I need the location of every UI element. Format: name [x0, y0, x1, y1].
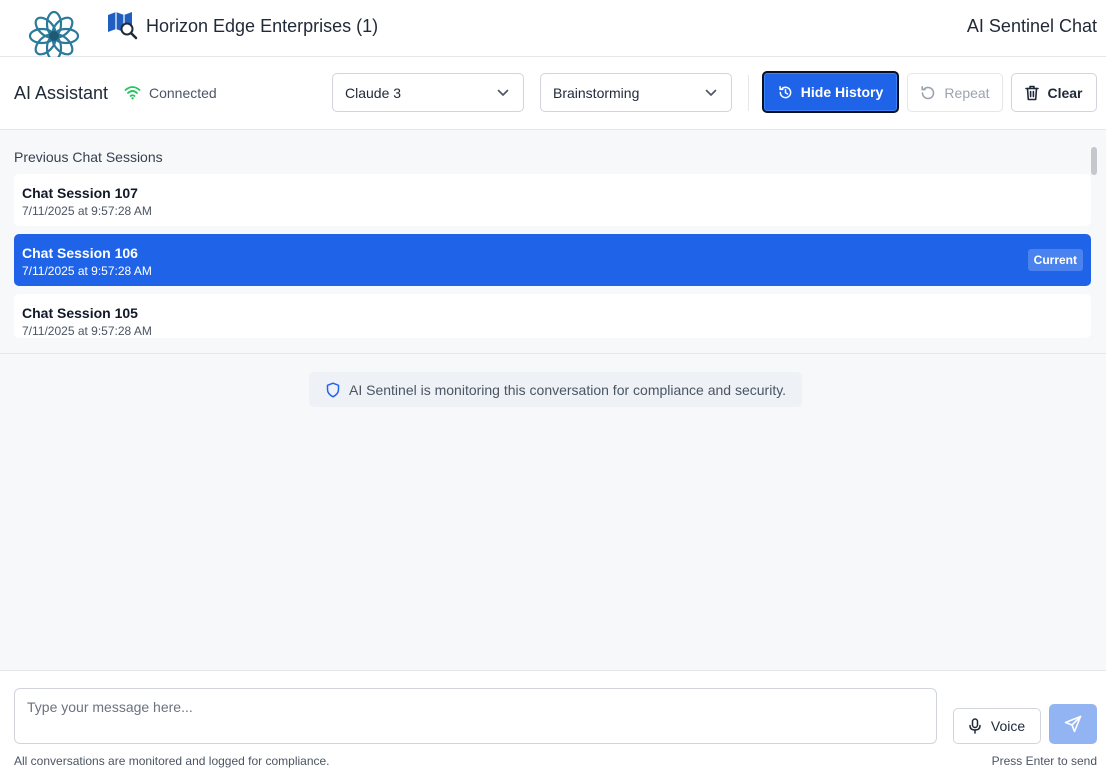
chat-session-item[interactable]: Chat Session 107 7/11/2025 at 9:57:28 AM: [14, 174, 1091, 226]
message-composer: Voice All conversations are monitored an…: [0, 670, 1106, 769]
current-badge: Current: [1027, 249, 1083, 271]
chevron-down-icon: [497, 89, 509, 96]
model-select[interactable]: Claude 3: [332, 73, 524, 112]
send-button[interactable]: [1049, 704, 1097, 744]
map-search-icon: [108, 12, 138, 40]
clear-button[interactable]: Clear: [1011, 73, 1097, 112]
chat-messages-area: AI Sentinel is monitoring this conversat…: [0, 355, 1106, 670]
top-header: Horizon Edge Enterprises (1) AI Sentinel…: [0, 0, 1106, 62]
app: Horizon Edge Enterprises (1) AI Sentinel…: [0, 0, 1106, 769]
send-hint: Press Enter to send: [991, 754, 1097, 768]
repeat-button[interactable]: Repeat: [907, 73, 1003, 112]
mode-select-value: Brainstorming: [553, 85, 640, 101]
repeat-label: Repeat: [944, 84, 990, 101]
organization-title: Horizon Edge Enterprises (1): [146, 16, 379, 36]
model-select-value: Claude 3: [345, 85, 402, 101]
monitoring-notice-text: AI Sentinel is monitoring this conversat…: [349, 382, 787, 398]
wifi-icon: [124, 86, 141, 100]
send-icon: [1064, 715, 1082, 733]
app-title: AI Sentinel Chat: [966, 16, 1097, 36]
session-name: Chat Session 107: [22, 185, 138, 201]
history-title: Previous Chat Sessions: [14, 149, 163, 165]
history-icon: [779, 85, 792, 98]
voice-button[interactable]: Voice: [953, 708, 1041, 744]
assistant-title: AI Assistant: [14, 83, 109, 103]
chat-session-item-current[interactable]: Chat Session 106 7/11/2025 at 9:57:28 AM…: [14, 234, 1091, 286]
session-time: 7/11/2025 at 9:57:28 AM: [22, 204, 152, 218]
session-name: Chat Session 105: [22, 305, 138, 321]
hide-history-label: Hide History: [800, 84, 884, 100]
toolbar-divider: [748, 75, 749, 111]
microphone-icon: [969, 718, 981, 734]
voice-label: Voice: [990, 718, 1026, 734]
chevron-down-icon: [705, 89, 717, 96]
trash-icon: [1025, 85, 1040, 100]
monitoring-notice: AI Sentinel is monitoring this conversat…: [309, 372, 802, 407]
connection-status: Connected: [149, 85, 217, 101]
compliance-footnote: All conversations are monitored and logg…: [14, 754, 330, 768]
message-input[interactable]: [14, 688, 937, 744]
chat-toolbar: AI Assistant Connected Claude 3 Brainsto…: [0, 57, 1106, 130]
session-name: Chat Session 106: [22, 245, 138, 261]
shield-icon: [326, 382, 340, 398]
mode-select[interactable]: Brainstorming: [540, 73, 732, 112]
clear-label: Clear: [1047, 84, 1083, 101]
hide-history-button[interactable]: Hide History: [762, 71, 899, 113]
history-scrollbar-thumb[interactable]: [1091, 147, 1097, 175]
chat-session-item[interactable]: Chat Session 105 7/11/2025 at 9:57:28 AM: [14, 294, 1091, 338]
chat-history-panel: Previous Chat Sessions Chat Session 107 …: [0, 130, 1106, 354]
session-time: 7/11/2025 at 9:57:28 AM: [22, 264, 152, 278]
session-time: 7/11/2025 at 9:57:28 AM: [22, 324, 152, 338]
rotate-icon: [921, 85, 935, 99]
